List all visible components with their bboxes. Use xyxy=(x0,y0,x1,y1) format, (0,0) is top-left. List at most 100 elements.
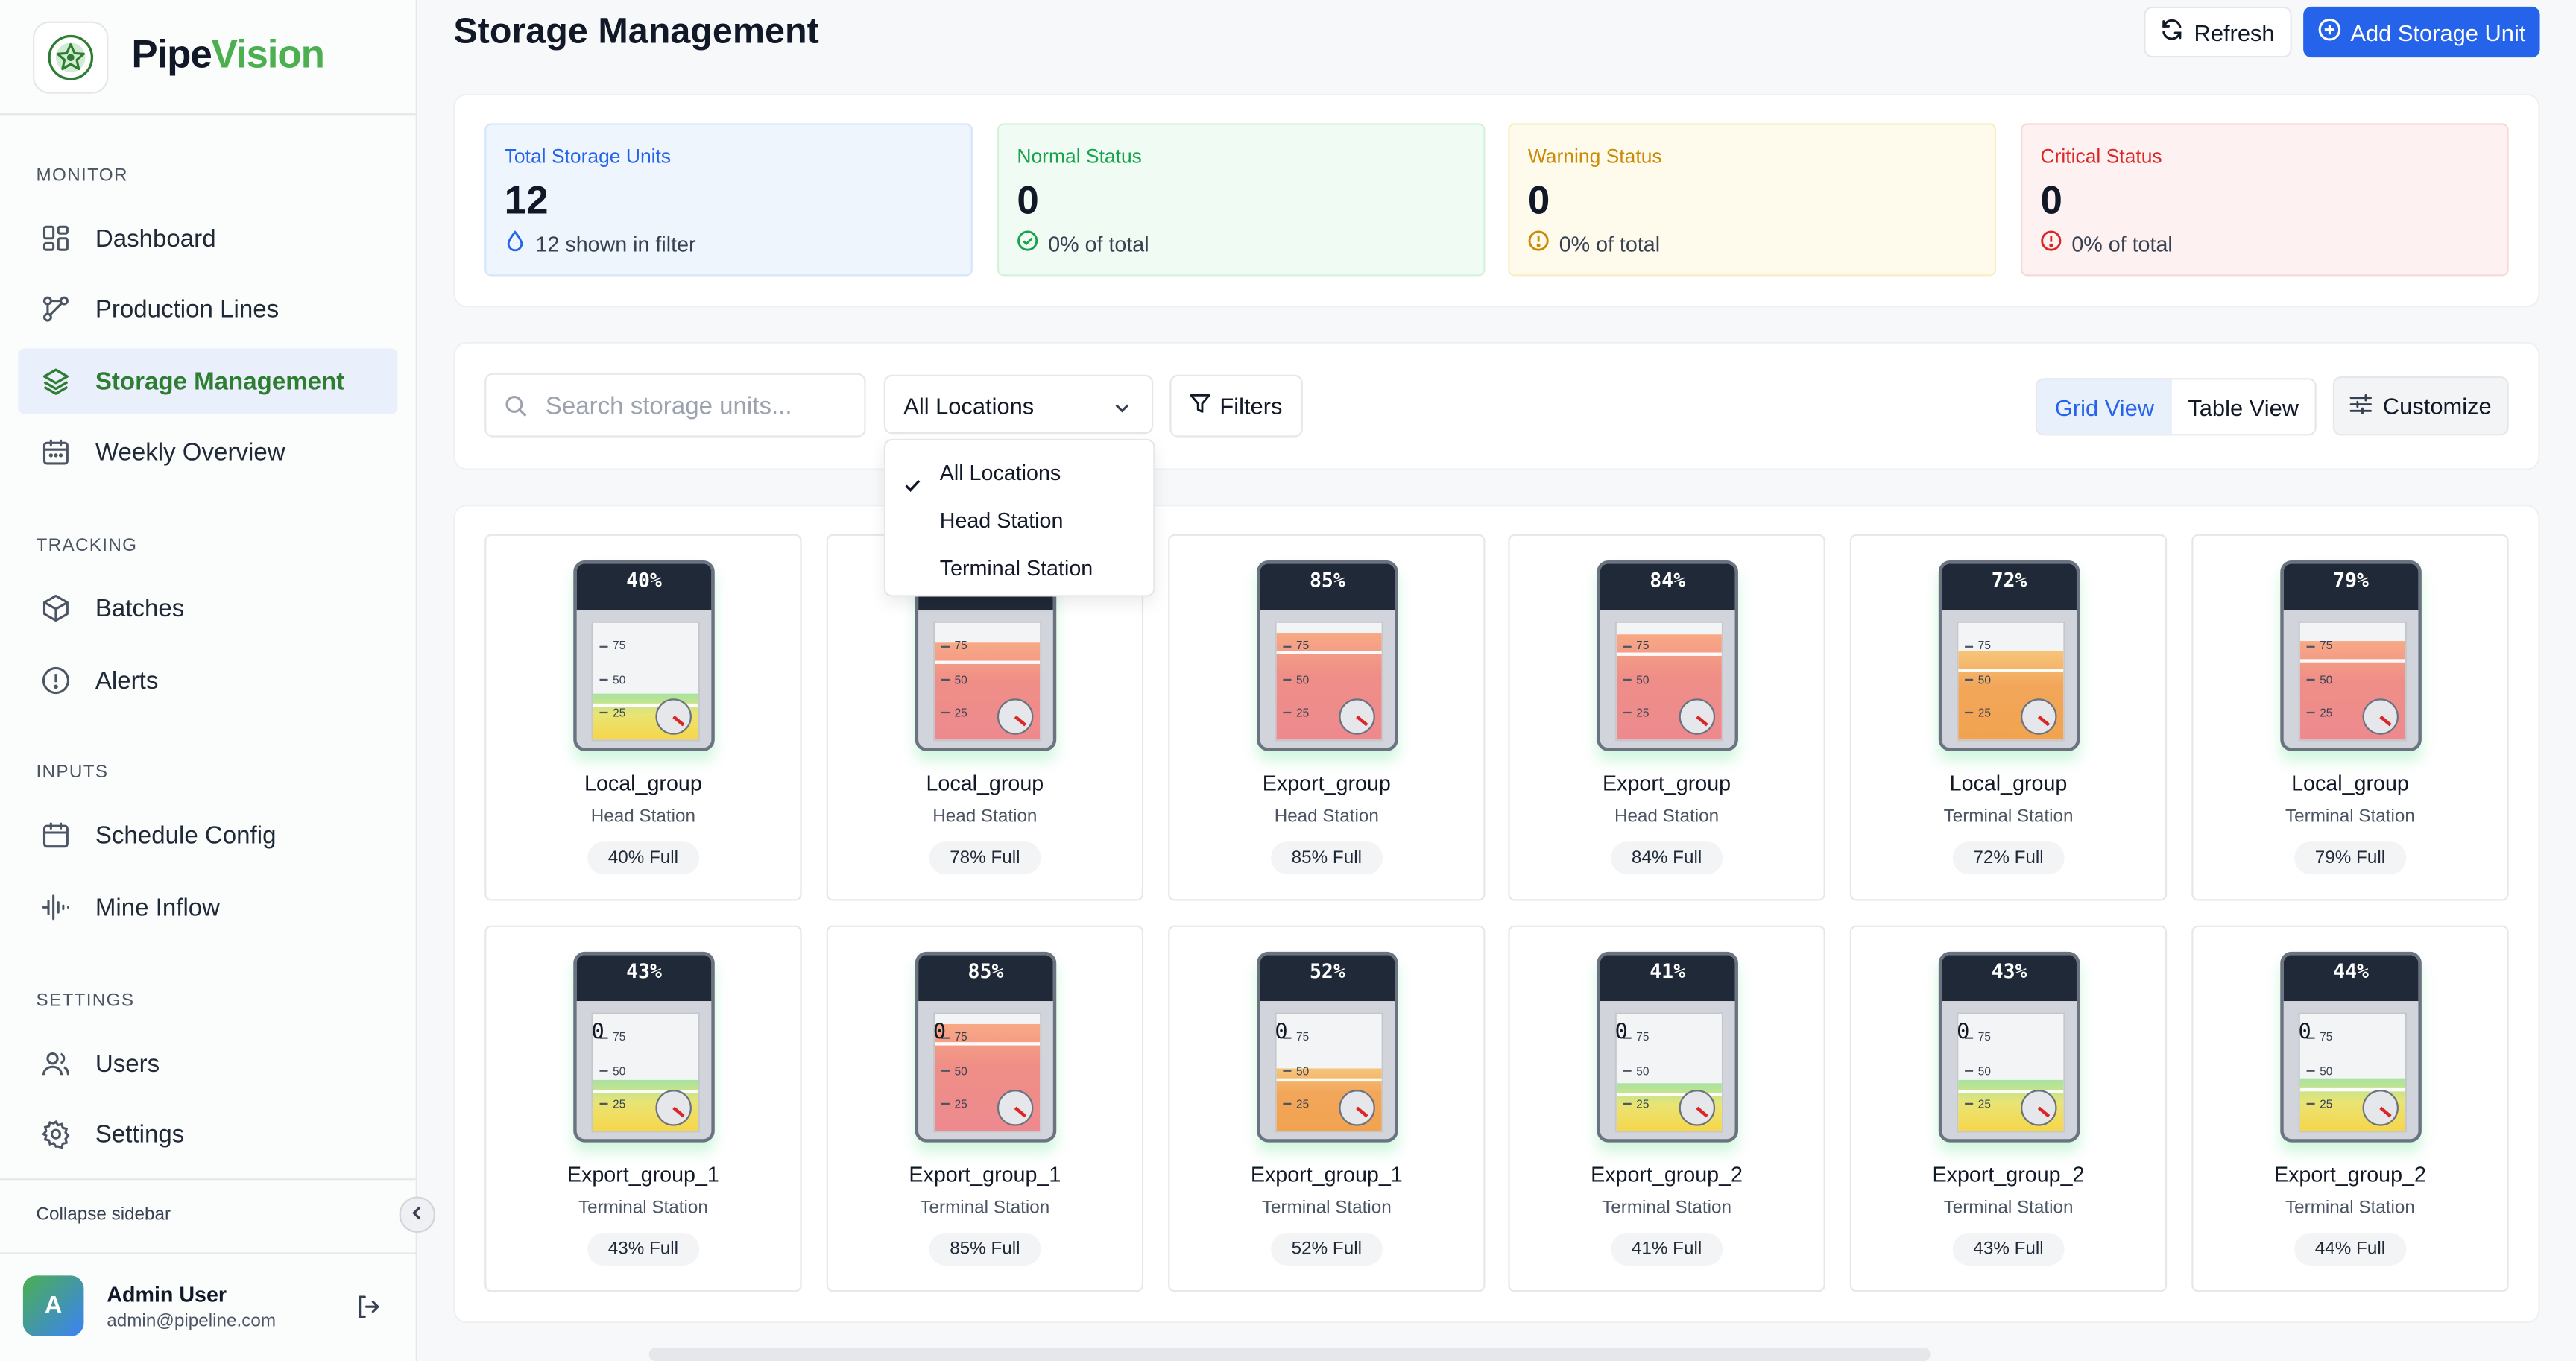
add-storage-unit-button[interactable]: Add Storage Unit xyxy=(2303,6,2540,58)
tank-scale-tick: 75 xyxy=(1283,642,1309,653)
tank-scale-tick: 50 xyxy=(941,1066,967,1078)
dropdown-option-all-locations[interactable]: All Locations xyxy=(886,449,1153,496)
storage-unit-location: Terminal Station xyxy=(1602,1198,1731,1219)
storage-unit-location: Head Station xyxy=(932,806,1038,827)
stat-title: Normal Status xyxy=(1017,145,1142,168)
refresh-button[interactable]: Refresh xyxy=(2144,6,2292,58)
refresh-icon xyxy=(2161,18,2194,45)
plus-circle-icon xyxy=(2317,18,2350,45)
sidebar-item-settings[interactable]: Settings xyxy=(18,1102,397,1167)
gauge-icon xyxy=(2021,698,2057,735)
sidebar-item-storage-management[interactable]: Storage Management xyxy=(18,348,398,414)
customize-button[interactable]: Customize xyxy=(2332,376,2509,436)
storage-unit-card[interactable]: 44% 75 50 25 0 Export_group_2 Terminal Sta… xyxy=(2191,925,2509,1292)
dropdown-option-terminal-station[interactable]: Terminal Station xyxy=(886,544,1153,592)
storage-unit-card[interactable]: 52% 75 50 25 0 Export_group_1 Terminal Sta… xyxy=(1168,925,1486,1292)
search-icon xyxy=(505,394,528,426)
layers-icon xyxy=(41,367,71,397)
tank-scale-tick: 25 xyxy=(2306,1099,2332,1111)
avatar[interactable]: A xyxy=(22,1275,84,1336)
sidebar-item-label: Storage Management xyxy=(95,367,345,396)
collapse-sidebar-label: Collapse sidebar xyxy=(36,1204,171,1225)
tank-graphic: 85% 75 50 25 0 xyxy=(915,951,1057,1143)
tank-scale-tick: 50 xyxy=(1623,1066,1649,1078)
section-label-monitor: MONITOR xyxy=(36,165,128,186)
table-view-button[interactable]: Table View xyxy=(2172,379,2315,434)
sidebar-item-schedule-config[interactable]: Schedule Config xyxy=(18,802,397,868)
chevron-left-icon xyxy=(409,1200,426,1230)
calendar-icon xyxy=(41,820,71,850)
logo-icon xyxy=(33,21,109,94)
storage-unit-card[interactable]: 43% 75 50 25 0 Export_group_1 Terminal Sta… xyxy=(484,925,802,1292)
brand[interactable]: PipeVision xyxy=(0,0,416,116)
tank-scale-tick: 25 xyxy=(1283,708,1309,719)
tank-window: 75 50 25 xyxy=(932,621,1042,742)
alert-circle-icon xyxy=(41,666,71,695)
collapse-sidebar-button[interactable] xyxy=(399,1196,436,1233)
sidebar-item-mine-inflow[interactable]: Mine Inflow xyxy=(18,874,397,940)
view-toggle: Grid View Table View xyxy=(2035,378,2317,436)
storage-unit-card[interactable]: 85% 75 50 25 Export_group Head Station 85%… xyxy=(1168,534,1486,901)
sidebar-item-production-lines[interactable]: Production Lines xyxy=(18,276,397,341)
tank-scale-tick: 25 xyxy=(599,1099,625,1111)
storage-unit-card[interactable]: 41% 75 50 25 0 Export_group_2 Terminal Sta… xyxy=(1508,925,1825,1292)
sidebar-item-label: Users xyxy=(95,1049,160,1078)
storage-unit-name: Export_group xyxy=(1262,771,1391,796)
sidebar-item-weekly-overview[interactable]: Weekly Overview xyxy=(18,419,397,484)
sidebar-item-label: Mine Inflow xyxy=(95,893,221,922)
add-storage-unit-label: Add Storage Unit xyxy=(2350,19,2526,45)
page-title: Storage Management xyxy=(453,10,819,51)
storage-unit-card[interactable]: 43% 75 50 25 0 Export_group_2 Terminal Sta… xyxy=(1849,925,2168,1292)
location-select[interactable]: All Locations xyxy=(883,374,1154,435)
search-box[interactable] xyxy=(484,373,866,438)
storage-unit-card[interactable]: 72% 75 50 25 Local_group Terminal Station … xyxy=(1849,534,2168,901)
fill-level-badge: 79% Full xyxy=(2294,841,2407,875)
tank-window: 75 50 25 xyxy=(2298,1012,2408,1133)
sidebar-item-label: Weekly Overview xyxy=(95,438,285,467)
sidebar-item-label: Alerts xyxy=(95,666,159,695)
logout-icon[interactable] xyxy=(355,1294,381,1328)
storage-unit-card[interactable]: 85% 75 50 25 0 Export_group_1 Terminal Sta… xyxy=(826,925,1144,1292)
sidebar-item-label: Production Lines xyxy=(95,294,280,323)
storage-unit-location: Terminal Station xyxy=(2285,806,2415,827)
stat-value: 0 xyxy=(1017,179,1039,224)
stat-subtitle: 0% of total xyxy=(1528,230,1660,256)
storage-unit-name: Export_group_1 xyxy=(909,1162,1061,1187)
sidebar-item-label: Dashboard xyxy=(95,224,216,253)
sidebar: PipeVision MONITOR Dashboard Production … xyxy=(0,0,417,1361)
search-input[interactable] xyxy=(545,388,850,424)
tank-graphic: 72% 75 50 25 xyxy=(1938,560,2080,751)
customize-label: Customize xyxy=(2382,393,2492,420)
sidebar-item-label: Settings xyxy=(95,1120,185,1149)
dropdown-option-head-station[interactable]: Head Station xyxy=(886,496,1153,544)
sidebar-item-users[interactable]: Users xyxy=(18,1031,397,1096)
gauge-icon xyxy=(997,698,1034,735)
refresh-label: Refresh xyxy=(2194,19,2275,45)
sidebar-item-dashboard[interactable]: Dashboard xyxy=(18,206,397,271)
fill-level-badge: 40% Full xyxy=(587,841,700,875)
tank-scale-tick: 50 xyxy=(1283,1066,1309,1078)
tank-percent: 40% xyxy=(576,563,712,610)
box-icon xyxy=(41,593,71,623)
storage-unit-name: Local_group xyxy=(584,771,702,796)
user-profile: A Admin User admin@pipeline.com xyxy=(0,1252,416,1361)
sidebar-item-batches[interactable]: Batches xyxy=(18,575,397,641)
storage-unit-card[interactable]: 79% 75 50 25 Local_group Terminal Station … xyxy=(2191,534,2509,901)
tank-scale-tick: 25 xyxy=(1283,1099,1309,1111)
collapse-sidebar-row[interactable]: Collapse sidebar xyxy=(0,1178,416,1251)
grid-view-button[interactable]: Grid View xyxy=(2037,379,2172,435)
stat-subtitle-text: 12 shown in filter xyxy=(535,230,696,256)
horizontal-scrollbar[interactable] xyxy=(648,1348,1931,1361)
storage-unit-name: Local_group xyxy=(926,771,1044,796)
storage-unit-card[interactable]: 40% 75 50 25 Local_group Head Station 40% … xyxy=(484,534,802,901)
tank-scale-tick: 25 xyxy=(1965,708,1991,719)
storage-unit-location: Head Station xyxy=(1614,806,1720,827)
storage-unit-name: Export_group_2 xyxy=(1932,1162,2085,1187)
sidebar-item-alerts[interactable]: Alerts xyxy=(18,648,397,713)
dropdown-option-label: Head Station xyxy=(939,508,1064,533)
filters-label: Filters xyxy=(1219,393,1283,420)
tank-percent: 85% xyxy=(1260,563,1395,610)
filters-button[interactable]: Filters xyxy=(1169,374,1303,438)
storage-unit-card[interactable]: 84% 75 50 25 Export_group Head Station 84%… xyxy=(1508,534,1825,901)
section-label-inputs: INPUTS xyxy=(36,762,109,783)
